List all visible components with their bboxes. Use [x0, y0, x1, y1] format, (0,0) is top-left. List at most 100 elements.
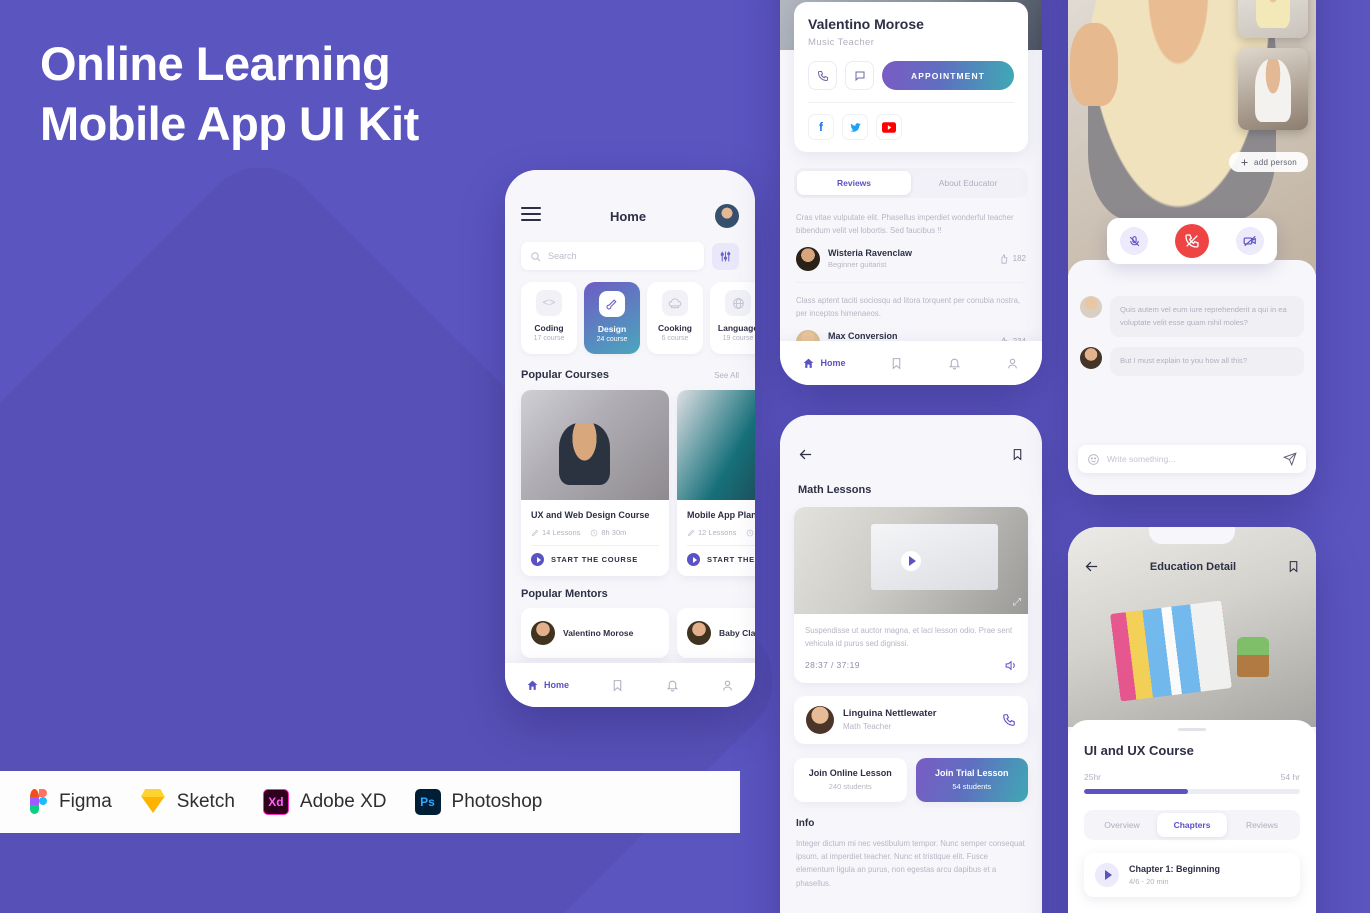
play-icon[interactable]	[1095, 863, 1119, 887]
phone-icon[interactable]	[1002, 713, 1016, 727]
course-title: UX and Web Design Course	[531, 510, 650, 520]
youtube-icon[interactable]	[876, 114, 902, 140]
category-name: Cooking	[658, 323, 692, 333]
tab-notifications[interactable]	[948, 357, 961, 370]
avatar	[531, 621, 555, 646]
review-text: Class aptent taciti sociosqu ad litora t…	[796, 295, 1021, 319]
tab-profile[interactable]	[721, 679, 734, 692]
tab-home[interactable]: Home	[526, 679, 569, 692]
chef-hat-icon	[662, 290, 688, 316]
chat-area: Quis autem vel eum iure reprehenderit a …	[1068, 260, 1316, 495]
join-label: Join Trial Lesson	[934, 768, 1009, 778]
home-icon	[804, 358, 814, 368]
end-call-icon	[1185, 234, 1199, 248]
phone-mockup-home: Home Search <> Coding 17 course Design 2…	[505, 170, 755, 707]
search-input[interactable]: Search	[521, 242, 704, 270]
code-icon: <>	[536, 290, 562, 316]
category-count: 19 course	[722, 335, 754, 342]
play-icon	[687, 553, 700, 567]
teacher-card[interactable]: Linguina Nettlewater Math Teacher	[794, 695, 1028, 744]
progress-bar	[1084, 789, 1300, 794]
tab-notifications[interactable]	[666, 679, 679, 692]
arrow-left-icon[interactable]	[798, 447, 813, 462]
join-online-lesson-button[interactable]: Join Online Lesson 240 students	[794, 757, 907, 802]
chapter-item[interactable]: Chapter 1: Beginning 4/6 - 20 min	[1084, 853, 1300, 897]
start-course-button[interactable]: START THE COURSE	[531, 553, 659, 567]
sliders-icon	[720, 251, 731, 261]
facebook-icon[interactable]: f	[808, 114, 834, 140]
join-label: Join Online Lesson	[808, 768, 892, 778]
like-count[interactable]: 182	[999, 253, 1026, 264]
avatar[interactable]	[715, 204, 739, 228]
tab-bookmarks[interactable]	[890, 357, 903, 370]
course-thumbnail	[677, 390, 755, 500]
toggle-video-button[interactable]	[1235, 227, 1264, 255]
tab-chapters[interactable]: Chapters	[1157, 813, 1227, 837]
bookmark-icon	[893, 357, 901, 370]
video-thumbnail[interactable]: ⤢	[794, 507, 1028, 614]
mute-mic-button[interactable]	[1120, 227, 1149, 255]
category-name: Language	[717, 323, 755, 333]
send-icon[interactable]	[1283, 452, 1297, 466]
start-course-button[interactable]: START THE COURSE	[687, 553, 755, 567]
phone-mockup-education-detail: Education Detail UI and UX Course 25hr 5…	[1068, 527, 1316, 913]
play-icon[interactable]	[901, 550, 921, 571]
divider	[808, 102, 1014, 103]
category-chip-design[interactable]: Design 24 course	[584, 282, 640, 354]
appointment-button[interactable]: APPOINTMENT	[882, 61, 1014, 90]
end-call-button[interactable]	[1174, 224, 1209, 258]
phone-mockup-video-call: add person Quis autem vel eum iure repre…	[1068, 0, 1316, 495]
arrow-left-icon[interactable]	[1084, 559, 1099, 574]
join-trial-lesson-button[interactable]: Join Trial Lesson 54 students	[915, 757, 1028, 802]
tab-profile[interactable]	[1006, 357, 1019, 370]
mic-off-icon	[1129, 235, 1140, 246]
tab-reviews[interactable]: Reviews	[1227, 813, 1297, 837]
category-chip-language[interactable]: Language 19 course	[710, 282, 755, 354]
menu-icon[interactable]	[521, 207, 541, 225]
bookmark-icon[interactable]	[1011, 448, 1024, 461]
software-item-photoshop: Ps Photoshop	[414, 789, 542, 815]
bookmark-icon[interactable]	[1287, 560, 1300, 573]
tab-overview[interactable]: Overview	[1087, 813, 1157, 837]
page-title: Home	[609, 208, 647, 224]
course-detail-sheet: UI and UX Course 25hr 54 hr Overview Cha…	[1068, 720, 1316, 913]
social-links: f	[808, 114, 1014, 140]
course-card[interactable]: UX and Web Design Course 14 Lessons 8h 3…	[521, 390, 669, 577]
emoji-icon[interactable]	[1087, 453, 1100, 466]
lesson-video-card: ⤢ Suspendisse ut auctor magna, et laci l…	[794, 507, 1028, 683]
call-button[interactable]	[808, 61, 837, 90]
category-count: 17 course	[533, 335, 565, 342]
expand-icon[interactable]: ⤢	[1013, 597, 1021, 608]
twitter-icon[interactable]	[842, 114, 868, 140]
category-name: Coding	[534, 323, 564, 333]
bottom-tabbar: Home	[505, 663, 755, 707]
tab-bookmarks[interactable]	[611, 679, 624, 692]
video-caption: Suspendisse ut auctor magna, et laci les…	[805, 626, 1013, 649]
mentor-card[interactable]: Valentino Morose	[521, 608, 669, 659]
drag-handle[interactable]	[1178, 728, 1206, 731]
info-heading: Info	[796, 817, 815, 829]
participant-thumbnail[interactable]	[1238, 48, 1308, 130]
phone-notch	[1149, 527, 1235, 544]
message-input[interactable]: Write something...	[1078, 445, 1306, 473]
add-person-button[interactable]: add person	[1228, 152, 1308, 172]
tab-label: Home	[543, 680, 569, 690]
chapter-title: Chapter 1: Beginning	[1129, 864, 1221, 874]
reviewer-name: Wisteria Ravenclaw	[828, 248, 912, 259]
course-card[interactable]: Mobile App Planning Design 12 Lessons 6h…	[677, 390, 755, 577]
volume-icon[interactable]	[1004, 659, 1017, 672]
tab-home[interactable]: Home	[802, 357, 846, 370]
tab-about-educator[interactable]: About Educator	[911, 171, 1025, 195]
section-heading: Popular Mentors	[521, 588, 608, 601]
category-chip-coding[interactable]: <> Coding 17 course	[521, 282, 577, 354]
category-chip-cooking[interactable]: Cooking 6 course	[647, 282, 703, 354]
filter-button[interactable]	[712, 242, 739, 270]
tab-reviews[interactable]: Reviews	[797, 171, 911, 195]
participant-thumbnail[interactable]	[1238, 0, 1308, 38]
reviewer-subtitle: Beginner guitarist	[828, 260, 887, 270]
chat-button[interactable]	[845, 61, 874, 90]
reviewer-name: Max Conversion	[828, 331, 898, 342]
mentor-card[interactable]: Baby Clark	[677, 608, 755, 659]
see-all-link[interactable]: See All	[714, 371, 739, 380]
bell-icon	[949, 358, 961, 369]
